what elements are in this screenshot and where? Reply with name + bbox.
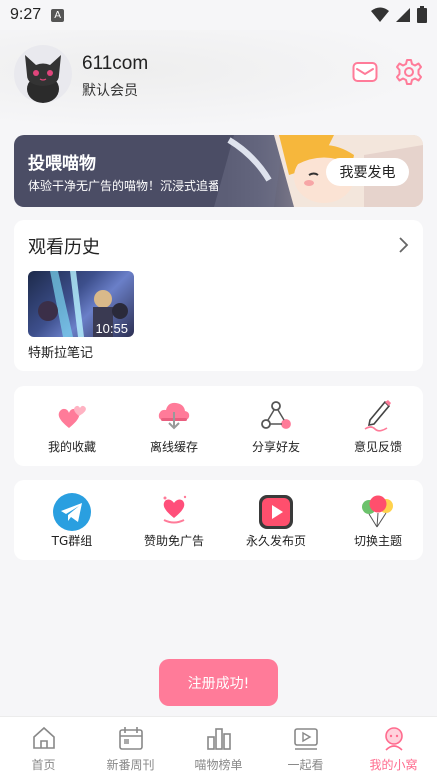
cloud-download-icon (158, 402, 190, 430)
avatar[interactable] (14, 45, 72, 103)
nav-my-nest-label: 我的小窝 (369, 758, 418, 772)
gear-icon (396, 59, 422, 85)
share-button[interactable]: 分享好友 (225, 386, 327, 466)
profile-icon (385, 727, 403, 751)
share-icon (261, 401, 291, 429)
nav-ranking-label: 喵物榜单 (194, 758, 243, 772)
settings-button[interactable] (395, 58, 423, 86)
switch-theme-label: 切换主题 (353, 534, 402, 548)
video-icon (294, 728, 318, 750)
notification-icon: A (51, 8, 65, 22)
nav-weekly-label: 新番周刊 (106, 758, 155, 772)
nav-my-nest[interactable]: 我的小窝 (350, 717, 437, 776)
status-time: 9:27 (10, 6, 42, 23)
status-indicators (371, 6, 427, 23)
history-item-title[interactable]: 特斯拉笔记 (28, 342, 93, 361)
tg-group-button[interactable]: TG群组 (21, 480, 123, 560)
signal-icon (396, 7, 410, 22)
username: 611com (82, 53, 149, 74)
history-title: 观看历史 (28, 237, 100, 258)
chevron-right-icon (399, 237, 409, 253)
sponsor-button[interactable]: 我要发电 (326, 158, 409, 186)
heart-gift-icon (163, 495, 187, 524)
permanent-page-button[interactable]: 永久发布页 (225, 480, 327, 560)
play-icon (259, 495, 293, 529)
offline-cache-button[interactable]: 离线缓存 (123, 386, 225, 466)
video-duration: 10:55 (95, 321, 128, 336)
favorites-label: 我的收藏 (47, 440, 96, 454)
actions-card-secondary: TG群组 赞助免广告 永久发布页 切换主题 (14, 480, 423, 560)
cat-avatar-icon (25, 55, 61, 103)
member-level: 默认会员 (82, 83, 138, 99)
nav-watch-together-label: 一起看 (287, 758, 324, 772)
history-card: 观看历史 10:55 特斯拉笔记 (14, 220, 423, 371)
calendar-icon (119, 727, 143, 750)
feedback-label: 意见反馈 (353, 440, 402, 454)
wifi-icon (371, 7, 389, 22)
ranking-icon (207, 728, 231, 750)
telegram-icon (53, 493, 91, 531)
favorites-button[interactable]: 我的收藏 (21, 386, 123, 466)
pen-icon (364, 400, 391, 432)
tg-group-label: TG群组 (51, 534, 93, 548)
permanent-page-label: 永久发布页 (245, 534, 306, 548)
share-label: 分享好友 (251, 440, 300, 454)
feedback-button[interactable]: 意见反馈 (327, 386, 429, 466)
nav-weekly[interactable]: 新番周刊 (87, 717, 174, 776)
bottom-navigation: 首页 新番周刊 喵物榜单 一起看 我的小窝 (0, 716, 437, 776)
history-more-button[interactable] (397, 236, 409, 254)
nav-ranking[interactable]: 喵物榜单 (175, 717, 262, 776)
status-bar: 9:27 A (0, 0, 437, 30)
actions-card-primary: 我的收藏 离线缓存 分享好友 意见反馈 (14, 386, 423, 466)
hearts-icon (58, 405, 86, 428)
toast-message: 注册成功! (159, 659, 278, 706)
banner-subtitle: 体验干净无广告的喵物！沉浸式追番 (28, 179, 218, 193)
banner-title: 投喂喵物 (28, 154, 96, 174)
offline-cache-label: 离线缓存 (149, 440, 198, 454)
sponsor-no-ads-button[interactable]: 赞助免广告 (123, 480, 225, 560)
nav-home[interactable]: 首页 (0, 717, 87, 776)
sponsor-no-ads-label: 赞助免广告 (143, 534, 204, 548)
battery-icon (417, 6, 427, 23)
nav-home-label: 首页 (31, 758, 56, 772)
mail-icon (352, 62, 378, 82)
history-thumbnail[interactable]: 10:55 (28, 271, 134, 337)
mail-button[interactable] (352, 60, 378, 84)
nav-watch-together[interactable]: 一起看 (262, 717, 349, 776)
switch-theme-button[interactable]: 切换主题 (327, 480, 429, 560)
balloons-icon (362, 495, 393, 528)
home-icon (33, 726, 55, 749)
